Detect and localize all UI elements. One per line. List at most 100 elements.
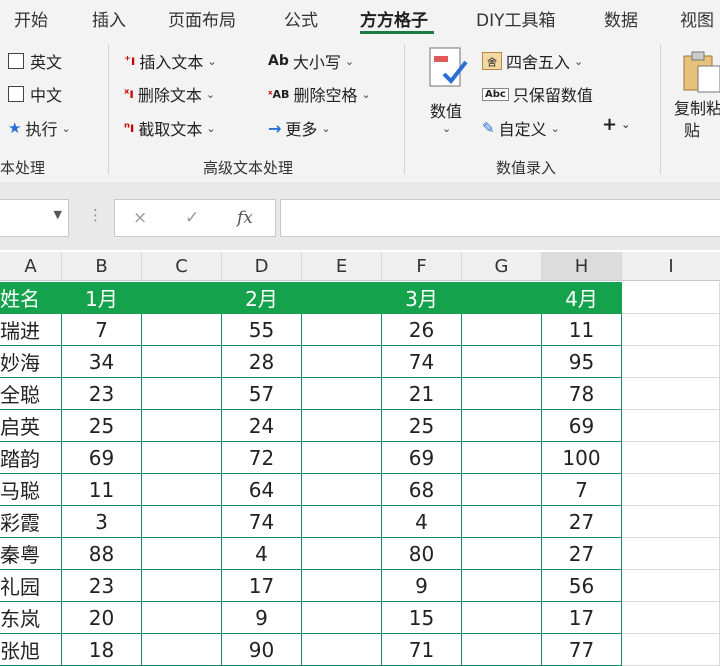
cell-d2[interactable]: 55 (222, 314, 302, 346)
cell-e6[interactable] (302, 442, 382, 474)
cell-b3[interactable]: 34 (62, 346, 142, 378)
fx-icon[interactable]: fx (237, 208, 253, 228)
cell-f5[interactable]: 25 (382, 410, 462, 442)
cell-c3[interactable] (142, 346, 222, 378)
header-cell-c[interactable] (142, 282, 222, 314)
cell-h7[interactable]: 7 (542, 474, 622, 506)
cell-b5[interactable]: 25 (62, 410, 142, 442)
cell-h11[interactable]: 17 (542, 602, 622, 634)
cell-b12[interactable]: 18 (62, 634, 142, 666)
cell-i4[interactable] (622, 378, 720, 410)
cell-a10[interactable]: 礼园 (0, 570, 62, 602)
header-cell-e[interactable] (302, 282, 382, 314)
cell-i7[interactable] (622, 474, 720, 506)
cell-i9[interactable] (622, 538, 720, 570)
cell-g5[interactable] (462, 410, 542, 442)
cell-g8[interactable] (462, 506, 542, 538)
column-header-f[interactable]: F (382, 252, 462, 281)
execute-button[interactable]: ★ 执行 ⌄ (8, 116, 71, 140)
english-checkbox[interactable]: 英文 (8, 49, 62, 73)
cell-c6[interactable] (142, 442, 222, 474)
cell-f10[interactable]: 9 (382, 570, 462, 602)
cell-d9[interactable]: 4 (222, 538, 302, 570)
cell-h5[interactable]: 69 (542, 410, 622, 442)
cell-e4[interactable] (302, 378, 382, 410)
header-cell-d[interactable]: 2月 (222, 282, 302, 314)
cell-c8[interactable] (142, 506, 222, 538)
name-box[interactable]: ▼ (0, 199, 69, 237)
cancel-icon[interactable]: × (133, 208, 147, 228)
extract-text-button[interactable]: ⁿı 截取文本 ⌄ (124, 116, 216, 140)
header-cell-f[interactable]: 3月 (382, 282, 462, 314)
cell-e2[interactable] (302, 314, 382, 346)
cell-b11[interactable]: 20 (62, 602, 142, 634)
cell-i5[interactable] (622, 410, 720, 442)
delete-text-button[interactable]: ˣı 删除文本 ⌄ (124, 82, 215, 106)
cell-f3[interactable]: 74 (382, 346, 462, 378)
cell-d11[interactable]: 9 (222, 602, 302, 634)
cell-b8[interactable]: 3 (62, 506, 142, 538)
cell-f6[interactable]: 69 (382, 442, 462, 474)
column-header-b[interactable]: B (62, 252, 142, 281)
cell-e7[interactable] (302, 474, 382, 506)
cell-c2[interactable] (142, 314, 222, 346)
cell-a8[interactable]: 彩霞 (0, 506, 62, 538)
cell-h9[interactable]: 27 (542, 538, 622, 570)
cell-c12[interactable] (142, 634, 222, 666)
cell-d8[interactable]: 74 (222, 506, 302, 538)
numeric-button[interactable]: 数值 (430, 98, 462, 122)
cell-f8[interactable]: 4 (382, 506, 462, 538)
cell-d10[interactable]: 17 (222, 570, 302, 602)
cell-a4[interactable]: 全聪 (0, 378, 62, 410)
tab-view[interactable]: 视图 (680, 6, 714, 31)
chinese-checkbox[interactable]: 中文 (8, 82, 62, 106)
cell-h10[interactable]: 56 (542, 570, 622, 602)
header-cell-h[interactable]: 4月 (542, 282, 622, 314)
delete-spaces-button[interactable]: ˣ AB 删除空格 ⌄ (268, 82, 371, 106)
column-header-h[interactable]: H (542, 252, 622, 281)
cell-b9[interactable]: 88 (62, 538, 142, 570)
cell-i2[interactable] (622, 314, 720, 346)
cell-b10[interactable]: 23 (62, 570, 142, 602)
tab-insert[interactable]: 插入 (92, 6, 126, 31)
cell-i12[interactable] (622, 634, 720, 666)
cell-a9[interactable]: 秦粤 (0, 538, 62, 570)
cell-b6[interactable]: 69 (62, 442, 142, 474)
cell-e12[interactable] (302, 634, 382, 666)
column-header-c[interactable]: C (142, 252, 222, 281)
cell-b2[interactable]: 7 (62, 314, 142, 346)
plus-button[interactable]: + ⌄ (602, 114, 630, 135)
cell-c4[interactable] (142, 378, 222, 410)
drag-handle-icon[interactable]: ⋮ (88, 206, 103, 224)
cell-a11[interactable]: 东岚 (0, 602, 62, 634)
cell-e11[interactable] (302, 602, 382, 634)
cell-f11[interactable]: 15 (382, 602, 462, 634)
cell-a7[interactable]: 马聪 (0, 474, 62, 506)
column-header-e[interactable]: E (302, 252, 382, 281)
header-cell-b[interactable]: 1月 (62, 282, 142, 314)
cell-h4[interactable]: 78 (542, 378, 622, 410)
cell-b7[interactable]: 11 (62, 474, 142, 506)
cell-d7[interactable]: 64 (222, 474, 302, 506)
confirm-icon[interactable]: ✓ (185, 208, 199, 228)
cell-c7[interactable] (142, 474, 222, 506)
tab-formulas[interactable]: 公式 (284, 6, 318, 31)
cell-d3[interactable]: 28 (222, 346, 302, 378)
cell-f2[interactable]: 26 (382, 314, 462, 346)
cell-g9[interactable] (462, 538, 542, 570)
column-header-g[interactable]: G (462, 252, 542, 281)
cell-a6[interactable]: 踏韵 (0, 442, 62, 474)
name-box-dropdown-icon[interactable]: ▼ (54, 208, 62, 221)
cell-d6[interactable]: 72 (222, 442, 302, 474)
tab-data[interactable]: 数据 (604, 6, 638, 31)
cell-a12[interactable]: 张旭 (0, 634, 62, 666)
cell-e9[interactable] (302, 538, 382, 570)
custom-button[interactable]: ✎ 自定义 ⌄ (482, 116, 560, 140)
cell-a2[interactable]: 瑞进 (0, 314, 62, 346)
cell-d5[interactable]: 24 (222, 410, 302, 442)
column-header-d[interactable]: D (222, 252, 302, 281)
cell-f4[interactable]: 21 (382, 378, 462, 410)
tab-home[interactable]: 开始 (14, 6, 48, 31)
cell-f7[interactable]: 68 (382, 474, 462, 506)
cell-e3[interactable] (302, 346, 382, 378)
